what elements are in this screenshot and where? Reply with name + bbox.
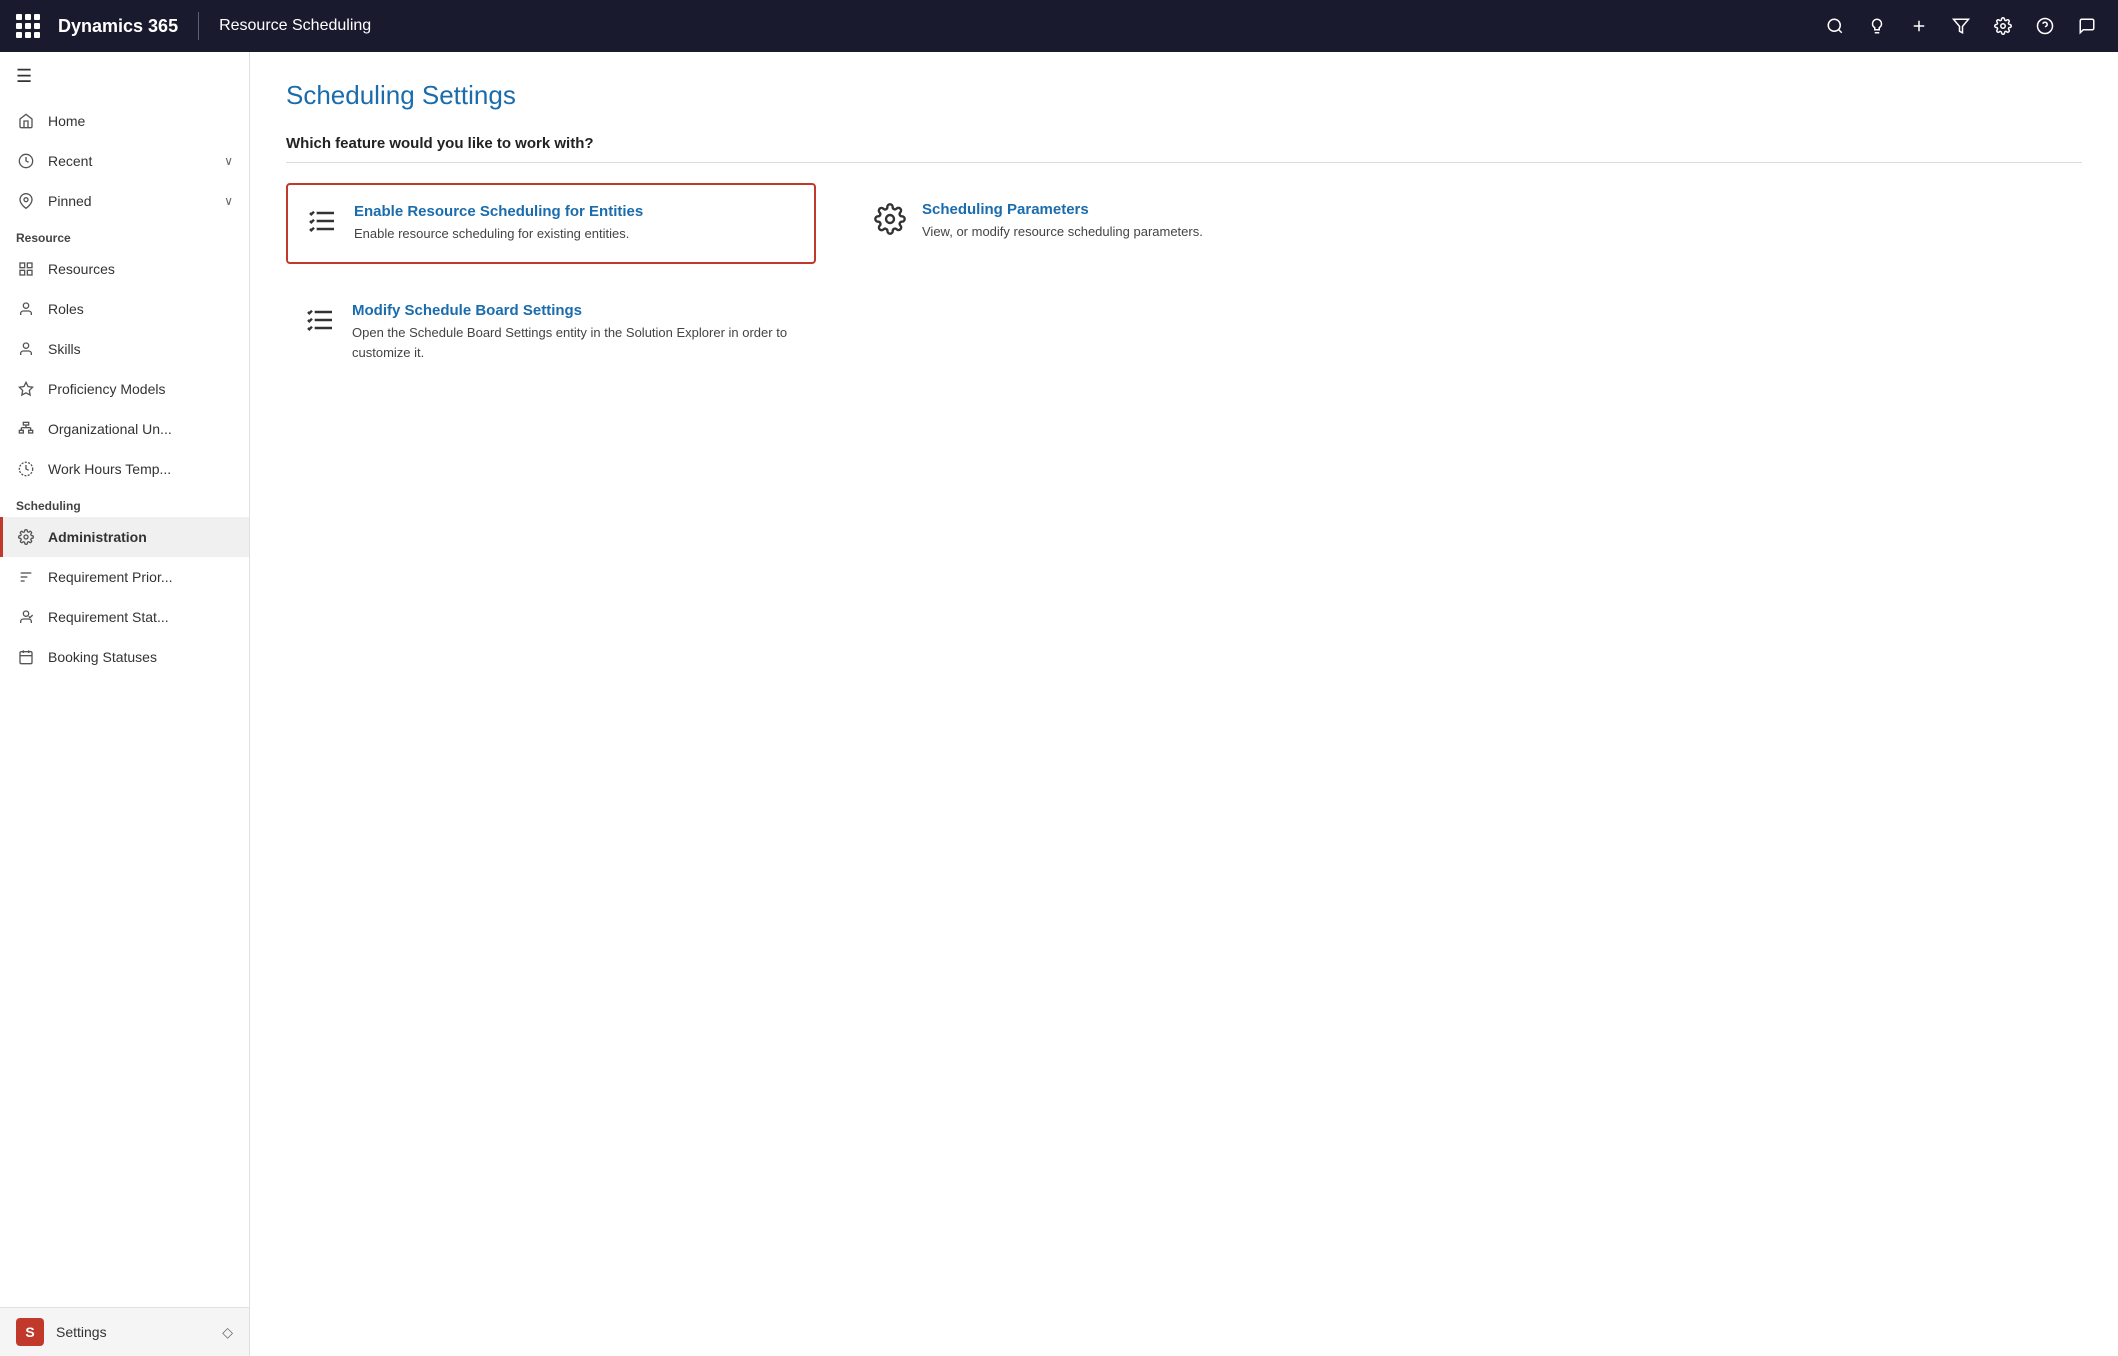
gear-icon-2	[874, 203, 906, 242]
card-scheduling-parameters[interactable]: Scheduling Parameters View, or modify re…	[856, 183, 1386, 264]
filter-icon[interactable]	[1946, 11, 1976, 41]
plus-icon[interactable]	[1904, 11, 1934, 41]
skills-label: Skills	[48, 341, 233, 357]
sidebar-item-orgunit[interactable]: Organizational Un...	[0, 409, 249, 449]
sidebar-footer: S Settings ◇	[0, 1307, 249, 1356]
orgunit-icon	[16, 419, 36, 439]
brand-name: Dynamics 365	[58, 16, 178, 37]
sidebar-item-pinned[interactable]: Pinned ∨	[0, 181, 249, 221]
administration-icon	[16, 527, 36, 547]
workhours-icon	[16, 459, 36, 479]
card-title-1: Enable Resource Scheduling for Entities	[354, 203, 643, 220]
card-desc-2: View, or modify resource scheduling para…	[922, 222, 1203, 242]
sidebar-item-reqpriority[interactable]: Requirement Prior...	[0, 557, 249, 597]
sidebar-item-skills[interactable]: Skills	[0, 329, 249, 369]
page-title: Scheduling Settings	[286, 80, 2082, 111]
settings-icon[interactable]	[1988, 11, 2018, 41]
chat-icon[interactable]	[2072, 11, 2102, 41]
reqstatus-label: Requirement Stat...	[48, 609, 233, 625]
recent-icon	[16, 151, 36, 171]
waffle-menu[interactable]	[16, 14, 40, 38]
checklist-icon-1	[306, 205, 338, 244]
recent-chevron: ∨	[224, 154, 233, 168]
sidebar-item-workhours[interactable]: Work Hours Temp...	[0, 449, 249, 489]
roles-label: Roles	[48, 301, 233, 317]
card-body-3: Modify Schedule Board Settings Open the …	[352, 302, 798, 362]
proficiency-label: Proficiency Models	[48, 381, 233, 397]
checklist-icon-3	[304, 304, 336, 343]
sidebar-item-bookingstatus[interactable]: Booking Statuses	[0, 637, 249, 677]
search-icon[interactable]	[1820, 11, 1850, 41]
sidebar-item-settings[interactable]: S Settings ◇	[0, 1308, 249, 1356]
settings-label: Settings	[56, 1324, 210, 1340]
card-desc-1: Enable resource scheduling for existing …	[354, 224, 643, 244]
pinned-chevron: ∨	[224, 194, 233, 208]
workhours-label: Work Hours Temp...	[48, 461, 233, 477]
home-icon	[16, 111, 36, 131]
section-question: Which feature would you like to work wit…	[286, 135, 2082, 163]
section-resource: Resource	[0, 221, 249, 249]
sidebar-item-roles[interactable]: Roles	[0, 289, 249, 329]
reqstatus-icon	[16, 607, 36, 627]
proficiency-icon	[16, 379, 36, 399]
roles-icon	[16, 299, 36, 319]
recent-label: Recent	[48, 153, 212, 169]
top-navigation: Dynamics 365 Resource Scheduling	[0, 0, 2118, 52]
sidebar-item-administration[interactable]: Administration	[0, 517, 249, 557]
reqpriority-label: Requirement Prior...	[48, 569, 233, 585]
nav-divider	[198, 12, 199, 40]
sidebar-item-proficiency[interactable]: Proficiency Models	[0, 369, 249, 409]
card-desc-3: Open the Schedule Board Settings entity …	[352, 323, 798, 362]
settings-badge: S	[16, 1318, 44, 1346]
orgunit-label: Organizational Un...	[48, 421, 233, 437]
sidebar-item-home[interactable]: Home	[0, 101, 249, 141]
main-content: Scheduling Settings Which feature would …	[250, 52, 2118, 1356]
resources-icon	[16, 259, 36, 279]
section-scheduling: Scheduling	[0, 489, 249, 517]
administration-label: Administration	[48, 529, 233, 545]
help-icon[interactable]	[2030, 11, 2060, 41]
reqpriority-icon	[16, 567, 36, 587]
module-name: Resource Scheduling	[219, 17, 371, 35]
skills-icon	[16, 339, 36, 359]
bookingstatus-label: Booking Statuses	[48, 649, 233, 665]
home-label: Home	[48, 113, 233, 129]
sidebar-item-recent[interactable]: Recent ∨	[0, 141, 249, 181]
bookingstatus-icon	[16, 647, 36, 667]
pinned-icon	[16, 191, 36, 211]
card-title-2: Scheduling Parameters	[922, 201, 1203, 218]
settings-chevron: ◇	[222, 1324, 233, 1341]
sidebar-item-reqstatus[interactable]: Requirement Stat...	[0, 597, 249, 637]
resources-label: Resources	[48, 261, 233, 277]
card-enable-resource-scheduling[interactable]: Enable Resource Scheduling for Entities …	[286, 183, 816, 264]
feature-cards-grid: Enable Resource Scheduling for Entities …	[286, 183, 1386, 380]
card-body-1: Enable Resource Scheduling for Entities …	[354, 203, 643, 244]
sidebar: ☰ Home Recent ∨ Pinned ∨ Resource	[0, 52, 250, 1356]
sidebar-item-resources[interactable]: Resources	[0, 249, 249, 289]
card-body-2: Scheduling Parameters View, or modify re…	[922, 201, 1203, 242]
pinned-label: Pinned	[48, 193, 212, 209]
card-modify-schedule-board[interactable]: Modify Schedule Board Settings Open the …	[286, 284, 816, 380]
card-title-3: Modify Schedule Board Settings	[352, 302, 798, 319]
main-layout: ☰ Home Recent ∨ Pinned ∨ Resource	[0, 52, 2118, 1356]
lightbulb-icon[interactable]	[1862, 11, 1892, 41]
menu-toggle[interactable]: ☰	[0, 52, 249, 101]
